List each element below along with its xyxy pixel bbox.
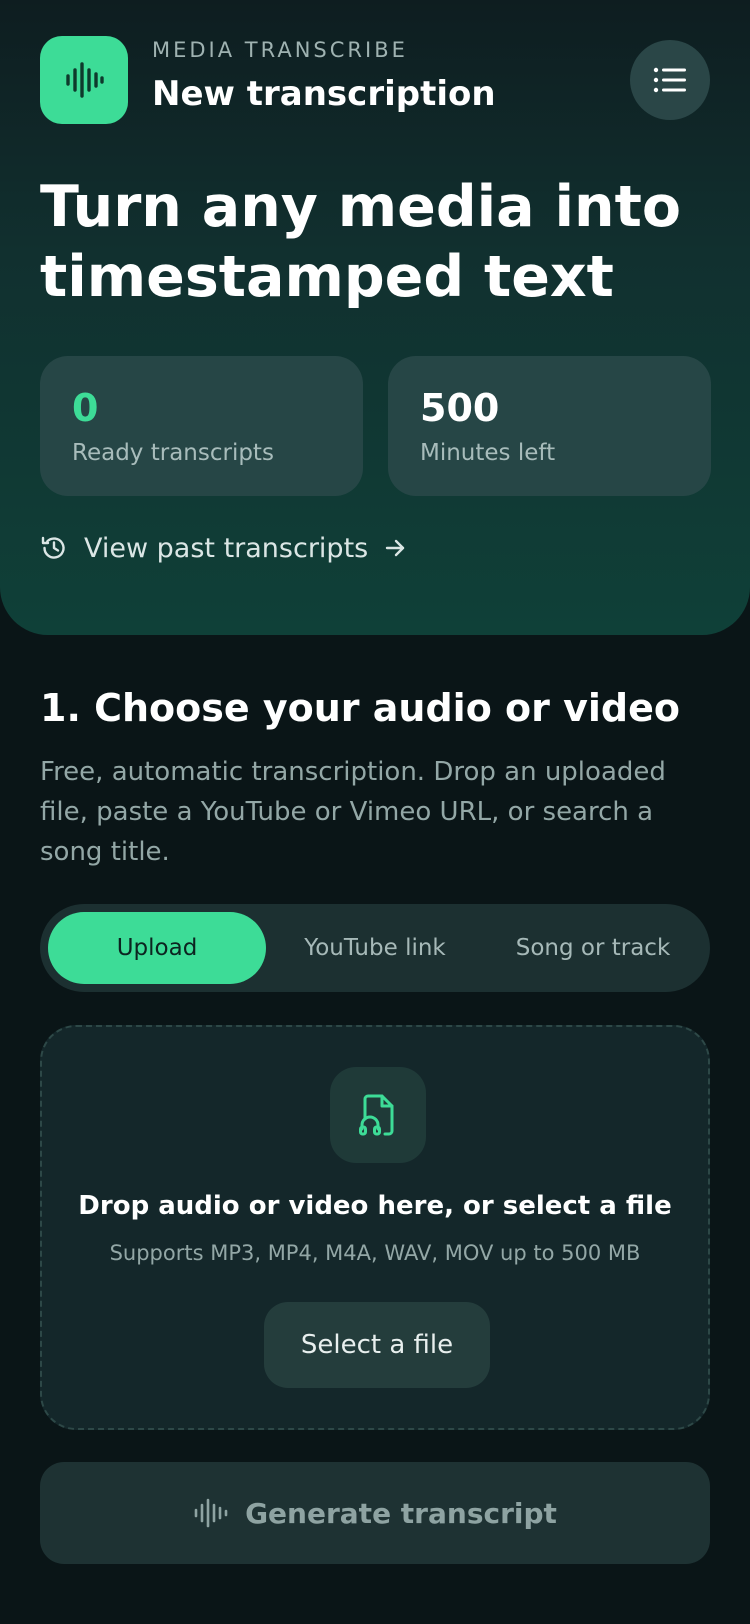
select-file-button[interactable]: Select a file: [264, 1302, 490, 1388]
dropzone-icon-tile: [330, 1067, 426, 1163]
tab-song-or-track[interactable]: Song or track: [484, 912, 702, 984]
stat-label: Ready transcripts: [72, 440, 274, 466]
arrow-right-icon: [386, 539, 405, 557]
history-link-label: View past transcripts: [84, 532, 369, 564]
stat-card-minutes: 500 Minutes left: [388, 356, 711, 496]
list-icon: [653, 67, 686, 93]
dropzone-title: Drop audio or video here, or select a fi…: [78, 1191, 672, 1221]
page-title: New transcription: [152, 74, 496, 114]
waveform-icon: [194, 1498, 228, 1528]
section-title: 1. Choose your audio or video: [40, 686, 680, 730]
hero-panel: MEDIA TRANSCRIBE New transcription Turn …: [0, 0, 750, 635]
source-tabs: Upload YouTube link Song or track: [40, 904, 710, 992]
audio-file-icon: [359, 1094, 394, 1136]
stat-value: 0: [72, 386, 99, 430]
tab-youtube-link[interactable]: YouTube link: [266, 912, 484, 984]
history-icon: [41, 536, 65, 559]
menu-button[interactable]: [630, 40, 710, 120]
waveform-icon: [66, 62, 104, 98]
app-logo: [40, 36, 128, 124]
stat-value: 500: [420, 386, 500, 430]
section-description: Free, automatic transcription. Drop an u…: [40, 757, 666, 867]
dropzone-subtitle: Supports MP3, MP4, M4A, WAV, MOV up to 5…: [109, 1241, 641, 1265]
stat-card-ready: 0 Ready transcripts: [40, 356, 363, 496]
generate-button-label: Generate transcript: [245, 1496, 557, 1530]
view-history-link[interactable]: View past transcripts: [40, 528, 406, 568]
generate-transcript-button[interactable]: Generate transcript: [40, 1462, 710, 1564]
tab-upload[interactable]: Upload: [48, 912, 266, 984]
hero-headline: Turn any media into timestamped text: [40, 174, 681, 310]
file-dropzone[interactable]: Drop audio or video here, or select a fi…: [40, 1025, 710, 1430]
app-name: MEDIA TRANSCRIBE: [152, 38, 408, 62]
stat-label: Minutes left: [420, 440, 556, 466]
